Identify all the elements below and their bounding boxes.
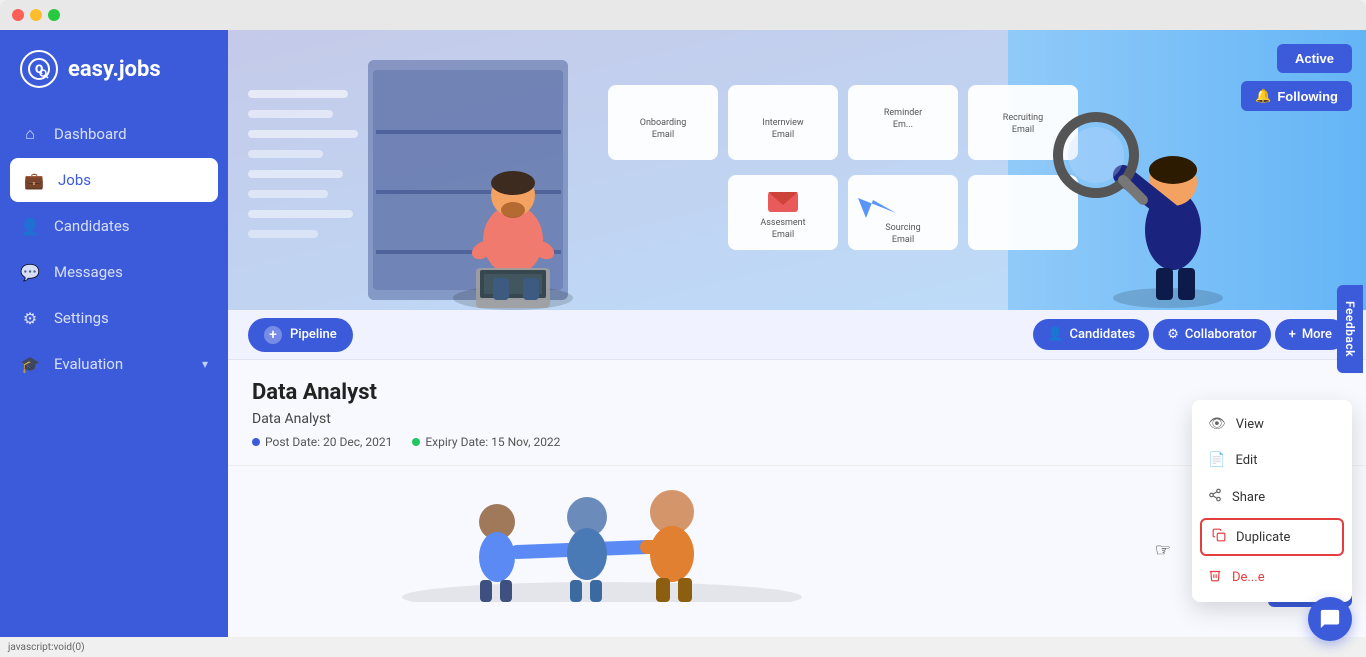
svg-text:Sourcing: Sourcing: [885, 223, 920, 233]
edit-label: Edit: [1235, 453, 1257, 468]
svg-text:Em...: Em...: [893, 120, 913, 130]
collaborator-tab[interactable]: ⚙ Collaborator: [1153, 319, 1270, 350]
settings-icon: ⚙: [20, 308, 40, 328]
svg-text:Onboarding: Onboarding: [640, 118, 687, 128]
view-icon: 👁: [1208, 416, 1226, 432]
sidebar: Q easy.jobs ⌂ Dashboard 💼 Jobs 👤 Candida…: [0, 30, 228, 657]
dropdown-view[interactable]: 👁 View: [1192, 406, 1352, 442]
svg-text:Recruiting: Recruiting: [1003, 113, 1043, 123]
dropdown-share[interactable]: Share: [1192, 478, 1352, 516]
svg-text:Internview: Internview: [762, 118, 803, 128]
post-dot: [252, 438, 260, 446]
more-plus-icon: +: [1289, 327, 1296, 342]
messages-icon: 💬: [20, 262, 40, 282]
evaluation-chevron: ▾: [202, 357, 208, 371]
more-tab-label: More: [1302, 327, 1332, 342]
sidebar-logo[interactable]: Q easy.jobs: [0, 50, 228, 112]
svg-text:Email: Email: [772, 130, 794, 140]
duplicate-label: Duplicate: [1236, 530, 1290, 545]
app-name: easy.jobs: [68, 57, 161, 82]
svg-text:Q: Q: [35, 62, 43, 76]
sidebar-label-settings: Settings: [54, 309, 109, 327]
dropdown-menu: 👁 View 📄 Edit Share: [1192, 400, 1352, 602]
sidebar-label-candidates: Candidates: [54, 217, 130, 235]
sidebar-item-dashboard[interactable]: ⌂ Dashboard: [0, 112, 228, 156]
app-container: Q easy.jobs ⌂ Dashboard 💼 Jobs 👤 Candida…: [0, 30, 1366, 657]
collaborator-tab-icon: ⚙: [1167, 327, 1179, 342]
active-button[interactable]: Active: [1277, 44, 1352, 73]
jobs-icon: 💼: [24, 170, 44, 190]
sidebar-item-candidates[interactable]: 👤 Candidates: [0, 204, 228, 248]
status-bar: javascript:void(0): [0, 637, 1366, 657]
svg-text:Email: Email: [892, 235, 914, 245]
svg-text:Reminder: Reminder: [884, 108, 922, 118]
share-icon: [1208, 488, 1222, 506]
following-button[interactable]: 🔔 Following: [1241, 81, 1352, 111]
svg-text:Email: Email: [1012, 125, 1034, 135]
evaluation-icon: 🎓: [20, 354, 40, 374]
bottom-illustration: [252, 482, 952, 602]
dropdown-edit[interactable]: 📄 Edit: [1192, 442, 1352, 478]
view-label: View: [1236, 417, 1264, 432]
hero-status-buttons: Active 🔔 Following: [1241, 44, 1352, 111]
status-url: javascript:void(0): [8, 642, 85, 653]
sidebar-label-dashboard: Dashboard: [54, 125, 127, 143]
sidebar-item-evaluation[interactable]: 🎓 Evaluation ▾: [0, 342, 228, 386]
job-title: Data Analyst: [252, 380, 1342, 405]
sidebar-item-jobs[interactable]: 💼 Jobs: [10, 158, 218, 202]
main-content: Onboarding Email Internview Email Remind…: [228, 30, 1366, 657]
candidates-tab-icon: 👤: [1047, 327, 1063, 342]
collaborator-tab-label: Collaborator: [1185, 327, 1257, 342]
sidebar-label-messages: Messages: [54, 263, 123, 281]
expiry-date: Expiry Date: 15 Nov, 2022: [412, 435, 560, 449]
sidebar-label-jobs: Jobs: [58, 171, 91, 189]
sidebar-nav: ⌂ Dashboard 💼 Jobs 👤 Candidates 💬 Messag…: [0, 112, 228, 386]
dashboard-icon: ⌂: [20, 124, 40, 144]
more-tab[interactable]: + More: [1275, 319, 1346, 350]
svg-text:Assesment: Assesment: [760, 218, 805, 228]
job-subtitle: Data Analyst: [252, 411, 1342, 427]
logo-icon: Q: [20, 50, 58, 88]
pipeline-tab-label: Pipeline: [290, 327, 337, 342]
candidates-tab-label: Candidates: [1070, 327, 1136, 342]
dropdown-delete[interactable]: De...e: [1192, 558, 1352, 596]
sidebar-item-messages[interactable]: 💬 Messages: [0, 250, 228, 294]
dropdown-duplicate[interactable]: Duplicate: [1200, 518, 1344, 556]
delete-icon: [1208, 568, 1222, 586]
hero-illustration: Onboarding Email Internview Email Remind…: [228, 30, 1366, 310]
svg-text:Email: Email: [772, 230, 794, 240]
window-chrome: [0, 0, 1366, 30]
duplicate-icon: [1212, 528, 1226, 546]
close-dot[interactable]: [12, 9, 24, 21]
edit-icon: 📄: [1208, 452, 1225, 468]
tab-bar: + Pipeline 👤 Candidates ⚙ Collaborator +…: [228, 310, 1366, 360]
sidebar-label-evaluation: Evaluation: [54, 355, 123, 373]
job-meta: Post Date: 20 Dec, 2021 Expiry Date: 15 …: [252, 435, 1342, 449]
pipeline-plus-icon: +: [264, 326, 282, 344]
candidates-icon: 👤: [20, 216, 40, 236]
pipeline-tab[interactable]: + Pipeline: [248, 318, 353, 352]
share-label: Share: [1232, 490, 1265, 505]
svg-text:Email: Email: [652, 130, 674, 140]
delete-label: De...e: [1232, 570, 1265, 585]
feedback-tab[interactable]: Feedback: [1337, 285, 1363, 373]
post-date: Post Date: 20 Dec, 2021: [252, 435, 392, 449]
expiry-dot: [412, 438, 420, 446]
following-bell-icon: 🔔: [1255, 88, 1271, 104]
maximize-dot[interactable]: [48, 9, 60, 21]
candidates-tab[interactable]: 👤 Candidates: [1033, 319, 1149, 350]
chat-button[interactable]: [1308, 597, 1352, 641]
minimize-dot[interactable]: [30, 9, 42, 21]
sidebar-item-settings[interactable]: ⚙ Settings: [0, 296, 228, 340]
hero-banner: Onboarding Email Internview Email Remind…: [228, 30, 1366, 310]
